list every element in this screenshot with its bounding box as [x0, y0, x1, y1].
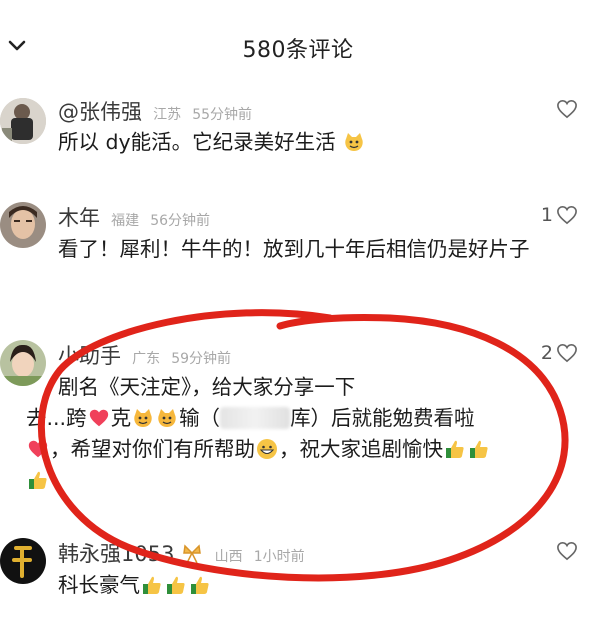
red-heart-emoji-icon [28, 440, 48, 458]
thumbs-up-emoji-icon [191, 576, 209, 594]
comment-item: @张伟强 江苏 55分钟前 所以 dy能活。它纪录美好生活 [0, 96, 596, 166]
comment-header: 韩永强1053 山西 1小时前 [58, 538, 305, 568]
avatar[interactable] [0, 340, 46, 386]
comment-item: 木年 福建 56分钟前 1 看了！犀利！牛牛的！放到几十年后相信仍是好片子 [0, 202, 596, 302]
comment-text: 看了！犀利！牛牛的！放到几十年后相信仍是好片子 [58, 237, 530, 261]
comment-header: 木年 福建 56分钟前 [58, 202, 210, 232]
comment-item: 韩永强1053 山西 1小时前 科长豪气 [0, 538, 596, 608]
annotation-circle [37, 309, 569, 582]
comment-text: 科长豪气 [58, 570, 578, 601]
timestamp: 1小时前 [253, 549, 305, 565]
username[interactable]: 韩永强1053 [58, 542, 174, 566]
thumbs-up-emoji-icon [143, 576, 161, 594]
heart-outline-icon [557, 99, 577, 119]
cat-face-emoji-icon [345, 133, 363, 151]
location: 广东 [132, 351, 161, 367]
heart-outline-icon [557, 541, 577, 561]
like-button[interactable] [553, 540, 578, 562]
comment-header: 小助手 广东 59分钟前 [58, 340, 231, 370]
like-count: 1 [540, 204, 553, 226]
comment-line-segment: 库）后就能勉费看啦 [290, 406, 475, 430]
username[interactable]: @张伟强 [58, 100, 142, 124]
avatar[interactable] [0, 538, 46, 584]
comment-text-content: 科长豪气 [58, 573, 140, 597]
thumbs-up-emoji-icon [29, 471, 47, 489]
avatar-image [0, 98, 46, 144]
comment-line-segment: 输（ [179, 406, 221, 430]
location: 福建 [111, 213, 140, 229]
comment-line-segment: ，希望对你们有所帮助 [50, 437, 255, 461]
timestamp: 55分钟前 [192, 107, 253, 123]
avatar[interactable] [0, 98, 46, 144]
comments-header: 580条评论 [0, 0, 596, 88]
cat-face-emoji-icon [158, 409, 176, 427]
grinning-face-emoji-icon [257, 439, 277, 459]
avatar-image [0, 202, 46, 248]
timestamp: 59分钟前 [171, 351, 232, 367]
comment-line: 剧名《天注定》，给大家分享一下 [58, 375, 356, 399]
comment-text: 所以 dy能活。它纪录美好生活 [58, 127, 578, 158]
thumbs-up-emoji-icon [446, 440, 464, 458]
thumbs-up-emoji-icon [470, 440, 488, 458]
username[interactable]: 小助手 [58, 344, 121, 368]
avatar-image [0, 340, 46, 386]
cat-face-emoji-icon [134, 409, 152, 427]
comment-text: 剧名《天注定》，给大家分享一下 去...跨克 输（ 库）后就能勉费看啦 ，希望对你们… [26, 372, 578, 489]
comment-line-segment: 克 [110, 406, 132, 430]
heart-outline-icon [557, 343, 577, 363]
comment-item: 小助手 广东 59分钟前 2 剧名《天注定》，给大家分享一下 去...跨克 输（ 库… [0, 340, 596, 490]
red-heart-emoji-icon [89, 409, 108, 427]
location: 江苏 [153, 107, 182, 123]
comment-text-content: 所以 dy能活。它纪录美好生活 [58, 130, 336, 154]
comment-line-segment: ，祝大家追剧愉快 [279, 437, 443, 461]
heart-outline-icon [557, 205, 577, 225]
like-button[interactable]: 1 [541, 204, 578, 226]
location: 山西 [214, 549, 243, 565]
comment-header: @张伟强 江苏 55分钟前 [58, 96, 252, 126]
thumbs-up-emoji-icon [167, 576, 185, 594]
comment-line: ，希望对你们有所帮助 ，祝大家追剧愉快 [26, 434, 578, 465]
like-count: 2 [540, 342, 553, 364]
avatar[interactable] [0, 202, 46, 248]
avatar-image [0, 538, 46, 584]
timestamp: 56分钟前 [150, 213, 211, 229]
blurred-text [220, 407, 291, 429]
like-button[interactable] [553, 98, 578, 120]
comment-line: 去...跨克 输（ 库）后就能勉费看啦 [26, 403, 578, 434]
username[interactable]: 木年 [58, 206, 100, 230]
comment-line [26, 465, 578, 489]
comment-line-segment: 去...跨 [26, 406, 87, 430]
ribbon-emoji-icon [182, 544, 201, 564]
like-button[interactable]: 2 [541, 342, 578, 364]
comment-count-title: 580条评论 [242, 38, 354, 63]
